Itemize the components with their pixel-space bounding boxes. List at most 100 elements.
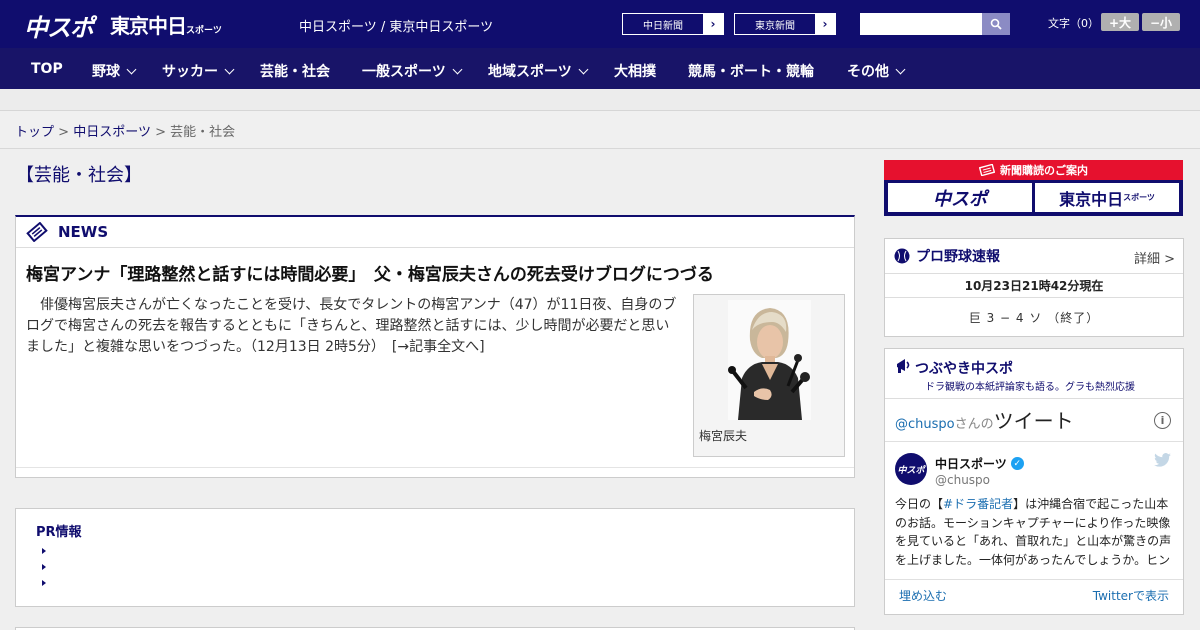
font-bigger-button[interactable]: +大 [1101, 13, 1139, 31]
baseball-scores-panel: プロ野球速報 詳細 > 10月23日21時42分現在 巨 3 − 4 ソ （終了… [884, 238, 1184, 337]
tokyo-chunichi-logo[interactable]: 東京中日スポーツ [110, 10, 222, 39]
article-headline[interactable]: 梅宮アンナ「理路整然と話すには時間必要」 父・梅宮辰夫さんの死去受けブログにつづ… [26, 260, 714, 285]
verified-icon: ✓ [1010, 457, 1024, 470]
chevron-down-icon [126, 64, 137, 74]
subscribe-chuspo-button[interactable]: 中スポ [888, 183, 1032, 212]
chunichi-shimbun-label: 中日新聞 [623, 14, 703, 34]
search-button[interactable] [982, 13, 1010, 35]
baseball-timestamp: 10月23日21時42分現在 [885, 274, 1183, 298]
tweets-heading: @chuspoさんのツイート [895, 405, 1074, 434]
newspaper-icon [979, 164, 995, 176]
nav-general-sports[interactable]: 一般スポーツ [362, 61, 463, 81]
person-photo-image [728, 300, 811, 420]
subscribe-tokyo-small: スポーツ [1123, 193, 1155, 202]
nav-soccer[interactable]: サッカー [162, 61, 235, 81]
avatar[interactable]: 中スポ [895, 453, 927, 485]
ad-strip [0, 89, 1200, 111]
nav-label: その他 [847, 64, 889, 80]
view-on-twitter-link[interactable]: Twitterで表示 [1093, 587, 1169, 604]
chevron-down-icon [452, 64, 463, 74]
font-smaller-button[interactable]: −小 [1142, 13, 1180, 31]
nav-label: 芸能・社会 [260, 64, 330, 80]
nav-label: 大相撲 [614, 64, 656, 80]
nav-top[interactable]: TOP [31, 61, 63, 77]
nav-label: 地域スポーツ [488, 64, 572, 80]
chevron-down-icon [578, 64, 589, 74]
nav-label: 野球 [92, 64, 120, 80]
breadcrumb-chunichi[interactable]: 中日スポーツ [73, 125, 151, 140]
tweet-text: 今日の【#ドラ番記者】は沖縄合宿で起こった山本のお話。モーションキャプチャーによ… [895, 495, 1175, 569]
breadcrumb-sep: > [155, 125, 166, 140]
subscribe-tokyo-button[interactable]: 東京中日 スポーツ [1035, 183, 1179, 212]
tweet-hashtag[interactable]: #ドラ番記者 [943, 497, 1013, 511]
article-photo[interactable] [728, 300, 811, 420]
article-summary[interactable]: 俳優梅宮辰夫さんが亡くなったことを受け、長女でタレントの梅宮アンナ（47）が11… [26, 295, 681, 358]
chevron-down-icon [895, 64, 906, 74]
search-icon [990, 18, 1002, 30]
site-links[interactable]: 中日スポーツ / 東京中日スポーツ [299, 16, 493, 35]
article-photo-box: 梅宮辰夫 [693, 294, 845, 457]
pr-title: PR情報 [36, 525, 82, 540]
breadcrumb-top[interactable]: トップ [15, 125, 54, 140]
tokyo-shimbun-label: 東京新聞 [735, 14, 815, 34]
tweet-text-before: 今日の【 [895, 497, 944, 511]
nav-local-sports[interactable]: 地域スポーツ [488, 61, 589, 81]
tokyo-logo-small: スポーツ [186, 26, 222, 36]
baseball-icon [894, 248, 910, 264]
news-divider [16, 467, 854, 468]
breadcrumb-current: 芸能・社会 [170, 125, 236, 140]
nav-sumo[interactable]: 大相撲 [614, 61, 656, 81]
news-section-label: NEWS [58, 223, 109, 241]
chevron-down-icon [224, 64, 235, 74]
twitter-handle-link[interactable]: @chuspo [895, 417, 955, 432]
nav-baseball[interactable]: 野球 [92, 61, 137, 81]
photo-caption: 梅宮辰夫 [699, 429, 748, 443]
baseball-detail-link[interactable]: 詳細 > [1134, 248, 1175, 267]
nav-racing[interactable]: 競馬・ボート・競輪 [688, 61, 814, 81]
twitter-header: つぶやき中スポ ドラ観戦の本紙評論家も語る。グラも熱烈応援 [885, 349, 1183, 399]
bullet-arrow-icon [42, 564, 46, 570]
twitter-subtitle: ドラ観戦の本紙評論家も語る。グラも熱烈応援 [925, 382, 1135, 393]
twitter-bird-icon[interactable] [1154, 453, 1171, 467]
bullet-arrow-icon [42, 580, 46, 586]
tokyo-logo-text: 東京中日 [110, 14, 187, 38]
chuspo-logo[interactable]: 中スポ [24, 8, 94, 43]
breadcrumb-sep: > [58, 125, 70, 140]
nav-label: 競馬・ボート・競輪 [688, 64, 814, 80]
subscribe-tokyo-text: 東京中日 [1059, 189, 1124, 209]
main-nav: TOP 野球 サッカー 芸能・社会 一般スポーツ 地域スポーツ 大相撲 競馬・ボ… [0, 48, 1200, 89]
nav-label: TOP [31, 61, 63, 77]
info-icon[interactable]: i [1154, 412, 1171, 429]
search-input[interactable] [860, 13, 982, 35]
news-header: NEWS [16, 217, 854, 248]
subscription-banner[interactable]: 新聞購読のご案内 中スポ 東京中日 スポーツ [884, 160, 1183, 216]
nav-label: 一般スポーツ [362, 64, 446, 80]
twitter-panel: つぶやき中スポ ドラ観戦の本紙評論家も語る。グラも熱烈応援 @chuspoさんの… [884, 348, 1184, 615]
bullet-arrow-icon [42, 548, 46, 554]
baseball-title: プロ野球速報 [916, 249, 1000, 265]
page-title: 【芸能・社会】 [16, 165, 142, 186]
search-box [860, 13, 1010, 35]
baseball-game-score[interactable]: 巨 3 − 4 ソ （終了） [885, 298, 1183, 336]
breadcrumb: トップ > 中日スポーツ > 芸能・社会 [15, 121, 235, 140]
megaphone-icon [897, 359, 910, 373]
site-header: 中スポ 東京中日スポーツ 中日スポーツ / 東京中日スポーツ 中日新聞 › 東京… [0, 0, 1200, 48]
nav-entertainment[interactable]: 芸能・社会 [260, 61, 330, 81]
tweets-divider [885, 441, 1183, 442]
embed-link[interactable]: 埋め込む [899, 587, 947, 604]
chunichi-shimbun-button[interactable]: 中日新聞 › [622, 13, 724, 35]
subscription-label: 新聞購読のご案内 [1000, 164, 1088, 177]
subscription-header: 新聞購読のご案内 [884, 160, 1183, 180]
news-panel: NEWS 梅宮アンナ「理路整然と話すには時間必要」 父・梅宮辰夫さんの死去受けブ… [15, 215, 855, 478]
baseball-header: プロ野球速報 詳細 > [885, 239, 1183, 274]
nav-label: サッカー [162, 64, 218, 80]
font-size-label: 文字（0） [1048, 17, 1099, 30]
handle-suffix: さんの [954, 417, 994, 432]
tweet-account: 中日スポーツ ✓ [935, 455, 1024, 472]
tweet-account-user[interactable]: @chuspo [935, 473, 990, 487]
tokyo-shimbun-button[interactable]: 東京新聞 › [734, 13, 836, 35]
twitter-title: つぶやき中スポ [915, 361, 1013, 377]
nav-other[interactable]: その他 [847, 61, 906, 81]
breadcrumb-bar: トップ > 中日スポーツ > 芸能・社会 [0, 111, 1200, 149]
tweet-account-name[interactable]: 中日スポーツ [935, 455, 1007, 472]
